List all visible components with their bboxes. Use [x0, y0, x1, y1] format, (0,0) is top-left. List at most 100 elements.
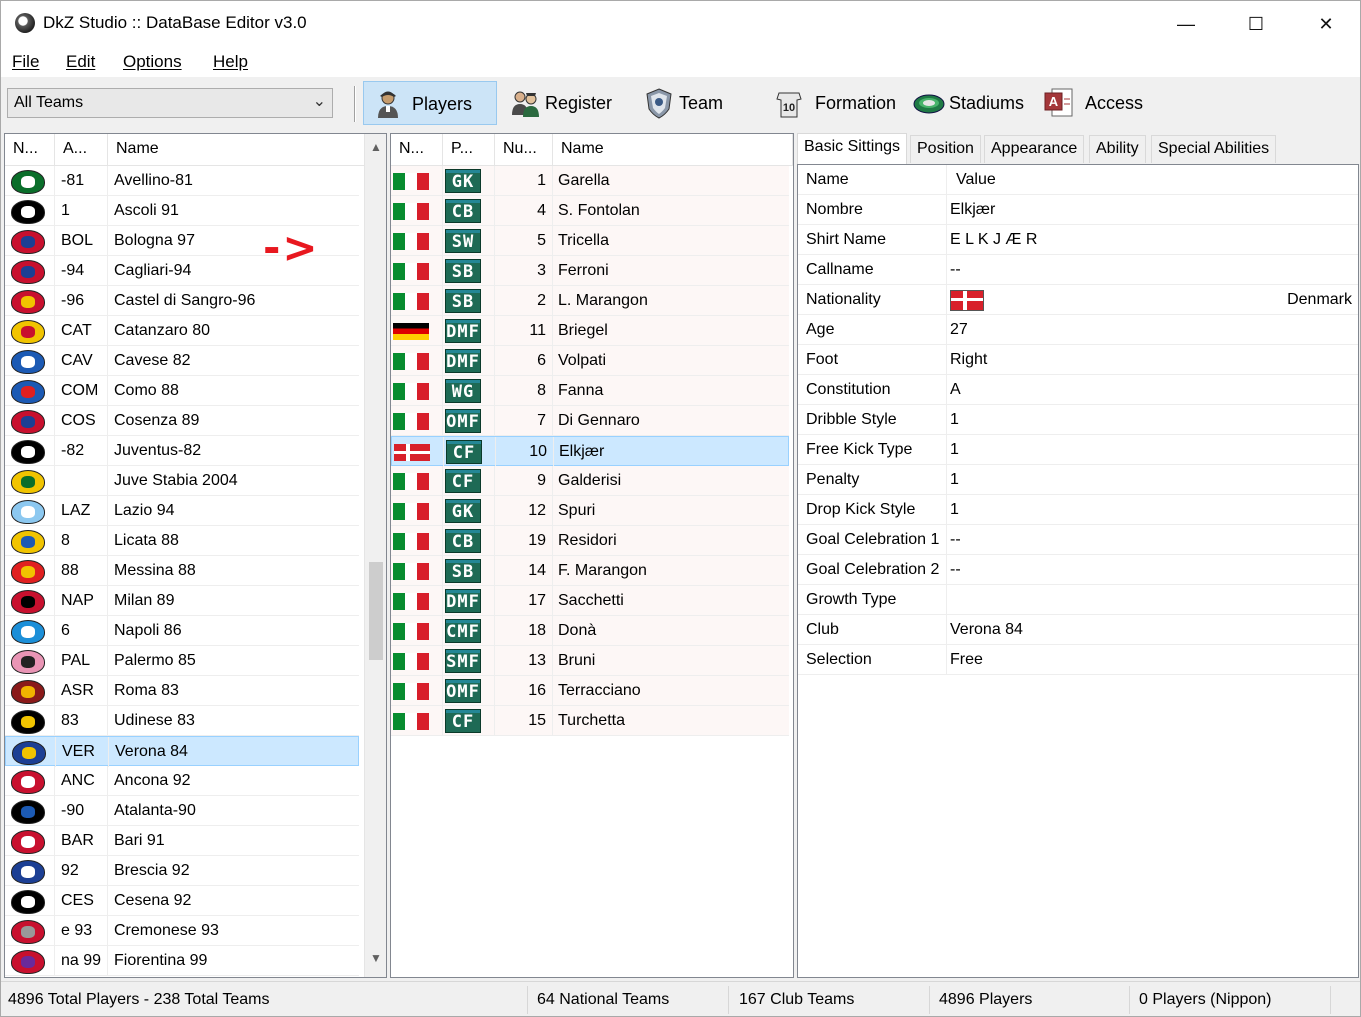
detail-row[interactable]: Nombre Elkjær [798, 195, 1358, 225]
player-row[interactable]: CF 10 Elkjær [391, 436, 789, 467]
player-row[interactable]: CB 4 S. Fontolan [391, 196, 789, 226]
player-row[interactable]: CB 19 Residori [391, 526, 789, 556]
detail-row[interactable]: Drop Kick Style 1 [798, 495, 1358, 525]
player-row[interactable]: DMF 11 Briegel [391, 316, 789, 346]
team-crest-cell [5, 766, 55, 796]
detail-row[interactable]: Selection Free [798, 645, 1358, 675]
detail-row[interactable]: Nationality Denmark [798, 285, 1358, 315]
team-row[interactable]: LAZ Lazio 94 [5, 496, 359, 526]
team-abbr: CAT [55, 316, 108, 346]
detail-divider [946, 465, 947, 495]
teams-header-name[interactable]: Name [108, 134, 365, 166]
tab-appearance[interactable]: Appearance [984, 135, 1085, 163]
team-row[interactable]: 1 Ascoli 91 [5, 196, 359, 226]
menu-options[interactable]: Options [123, 52, 182, 72]
minimize-button[interactable]: — [1151, 1, 1221, 47]
player-row[interactable]: CF 9 Galderisi [391, 466, 789, 496]
team-row[interactable]: CES Cesena 92 [5, 886, 359, 916]
player-row[interactable]: WG 8 Fanna [391, 376, 789, 406]
tab-special-abilities[interactable]: Special Abilities [1151, 135, 1277, 163]
team-row[interactable]: ASR Roma 83 [5, 676, 359, 706]
detail-row[interactable]: Free Kick Type 1 [798, 435, 1358, 465]
tab-ability[interactable]: Ability [1089, 135, 1146, 163]
detail-row[interactable]: Penalty 1 [798, 465, 1358, 495]
team-name: Cosenza 89 [114, 412, 200, 429]
team-row[interactable]: 8 Licata 88 [5, 526, 359, 556]
team-row[interactable]: Juve Stabia 2004 [5, 466, 359, 496]
players-header-number[interactable]: Nu... [495, 134, 553, 166]
menu-help[interactable]: Help [213, 52, 248, 72]
player-row[interactable]: SB 14 F. Marangon [391, 556, 789, 586]
team-row[interactable]: -81 Avellino-81 [5, 166, 359, 196]
team-abbr: ANC [55, 766, 108, 796]
menu-file[interactable]: File [12, 52, 39, 72]
player-row[interactable]: CF 15 Turchetta [391, 706, 789, 736]
player-row[interactable]: SMF 13 Bruni [391, 646, 789, 676]
detail-row[interactable]: Foot Right [798, 345, 1358, 375]
player-row[interactable]: GK 1 Garella [391, 166, 789, 196]
scroll-down-icon[interactable]: ▼ [365, 951, 386, 971]
access-button[interactable]: A Access [1035, 81, 1155, 125]
detail-value: 1 [950, 471, 959, 488]
menu-edit[interactable]: Edit [66, 52, 95, 72]
player-row[interactable]: CMF 18 Donà [391, 616, 789, 646]
player-row[interactable]: OMF 16 Terracciano [391, 676, 789, 706]
players-button[interactable]: Players [363, 81, 497, 125]
detail-row[interactable]: Dribble Style 1 [798, 405, 1358, 435]
player-row[interactable]: OMF 7 Di Gennaro [391, 406, 789, 436]
team-row[interactable]: e 93 Cremonese 93 [5, 916, 359, 946]
detail-row[interactable]: Goal Celebration 2 -- [798, 555, 1358, 585]
team-filter-dropdown[interactable]: All Teams ⌄ [7, 88, 333, 118]
team-row[interactable]: VER Verona 84 [5, 736, 359, 767]
team-row[interactable]: -82 Juventus-82 [5, 436, 359, 466]
team-row[interactable]: ANC Ancona 92 [5, 766, 359, 796]
formation-button[interactable]: 10 Formation [765, 81, 905, 125]
detail-row[interactable]: Callname -- [798, 255, 1358, 285]
team-crest-cell [5, 256, 55, 286]
players-header-position[interactable]: P... [443, 134, 495, 166]
team-row[interactable]: NAP Milan 89 [5, 586, 359, 616]
teams-scrollbar[interactable]: ▲ ▼ [364, 134, 386, 977]
team-row[interactable]: -90 Atalanta-90 [5, 796, 359, 826]
tab-position[interactable]: Position [910, 135, 981, 163]
team-button[interactable]: Team [635, 81, 735, 125]
team-row[interactable]: BAR Bari 91 [5, 826, 359, 856]
close-button[interactable]: ✕ [1291, 1, 1360, 47]
position-badge: SMF [445, 649, 481, 673]
tab-basic-sittings[interactable]: Basic Sittings [797, 133, 908, 165]
team-row[interactable]: COS Cosenza 89 [5, 406, 359, 436]
player-row[interactable]: GK 12 Spuri [391, 496, 789, 526]
team-row[interactable]: 92 Brescia 92 [5, 856, 359, 886]
detail-row[interactable]: Age 27 [798, 315, 1358, 345]
team-row[interactable]: na 99 Fiorentina 99 [5, 946, 359, 976]
team-row[interactable]: 6 Napoli 86 [5, 616, 359, 646]
players-header-nation[interactable]: N... [391, 134, 443, 166]
detail-row[interactable]: Club Verona 84 [798, 615, 1358, 645]
scroll-up-icon[interactable]: ▲ [365, 140, 386, 160]
team-row[interactable]: PAL Palermo 85 [5, 646, 359, 676]
register-button[interactable]: Register [501, 81, 621, 125]
team-crest-icon [11, 320, 45, 344]
player-row[interactable]: DMF 6 Volpati [391, 346, 789, 376]
teams-header-number[interactable]: N... [5, 134, 55, 166]
teams-header-abbr[interactable]: A... [55, 134, 108, 166]
team-row[interactable]: COM Como 88 [5, 376, 359, 406]
player-row[interactable]: SB 3 Ferroni [391, 256, 789, 286]
players-header-name[interactable]: Name [553, 134, 793, 166]
detail-row[interactable]: Goal Celebration 1 -- [798, 525, 1358, 555]
stadiums-button[interactable]: Stadiums [905, 81, 1035, 125]
team-row[interactable]: -96 Castel di Sangro-96 [5, 286, 359, 316]
detail-row[interactable]: Constitution A [798, 375, 1358, 405]
player-row[interactable]: SW 5 Tricella [391, 226, 789, 256]
detail-row[interactable]: Growth Type [798, 585, 1358, 615]
player-row[interactable]: SB 2 L. Marangon [391, 286, 789, 316]
team-row[interactable]: CAT Catanzaro 80 [5, 316, 359, 346]
team-row[interactable]: 88 Messina 88 [5, 556, 359, 586]
detail-row[interactable]: Shirt Name E L K J Æ R [798, 225, 1358, 255]
maximize-button[interactable]: ☐ [1221, 1, 1291, 47]
team-row[interactable]: 83 Udinese 83 [5, 706, 359, 736]
teams-scroll-thumb[interactable] [369, 562, 383, 660]
player-row[interactable]: DMF 17 Sacchetti [391, 586, 789, 616]
team-row[interactable]: CAV Cavese 82 [5, 346, 359, 376]
app-logo-icon [15, 13, 35, 33]
